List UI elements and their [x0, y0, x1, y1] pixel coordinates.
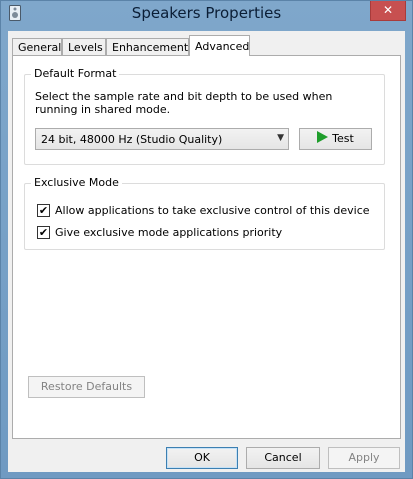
tab-advanced[interactable]: Advanced [189, 35, 250, 56]
default-format-group: Default Format Select the sample rate an… [24, 67, 385, 165]
chevron-down-icon: ▼ [277, 133, 284, 143]
window-title: Speakers Properties [131, 4, 282, 22]
default-format-description: Select the sample rate and bit depth to … [35, 90, 333, 116]
exclusive-mode-group: Exclusive Mode ✔ Allow applications to t… [24, 176, 385, 250]
exclusive-priority-label: Give exclusive mode applications priorit… [55, 226, 283, 239]
test-button-label: Test [332, 132, 354, 145]
restore-defaults-button[interactable]: Restore Defaults [28, 376, 145, 398]
default-format-title: Default Format [31, 67, 120, 80]
advanced-tab-panel: Default Format Select the sample rate an… [12, 55, 401, 439]
allow-exclusive-control-label: Allow applications to take exclusive con… [55, 204, 370, 217]
title-bar[interactable]: Speakers Properties ✕ [1, 1, 412, 27]
allow-exclusive-control-checkbox[interactable]: ✔ [37, 204, 50, 217]
play-icon [317, 131, 329, 143]
tab-general[interactable]: General [12, 38, 62, 55]
speakers-properties-window: Speakers Properties ✕ General Levels Enh… [0, 0, 413, 479]
cancel-button[interactable]: Cancel [246, 447, 320, 469]
test-button[interactable]: Test [299, 128, 372, 150]
exclusive-mode-title: Exclusive Mode [31, 176, 122, 189]
format-select[interactable]: 24 bit, 48000 Hz (Studio Quality) ▼ [35, 128, 289, 150]
exclusive-priority-checkbox[interactable]: ✔ [37, 226, 50, 239]
dialog-client-area: General Levels Enhancements Advanced Def… [8, 31, 405, 472]
tab-enhancements[interactable]: Enhancements [106, 38, 194, 55]
close-button[interactable]: ✕ [370, 1, 406, 21]
ok-button[interactable]: OK [166, 447, 238, 469]
apply-button[interactable]: Apply [328, 447, 400, 469]
format-select-value: 24 bit, 48000 Hz (Studio Quality) [41, 133, 223, 146]
tab-levels[interactable]: Levels [62, 38, 106, 55]
